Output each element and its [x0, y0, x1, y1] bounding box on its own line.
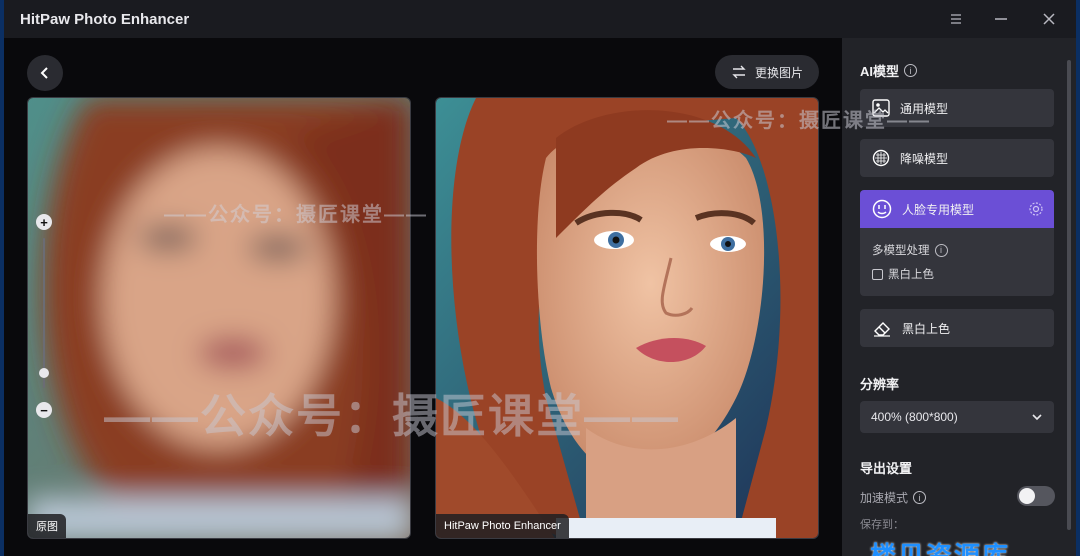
info-icon[interactable]: i — [904, 64, 918, 77]
app-window: HitPaw Photo Enhancer 更换图片 原图 + − HitPaw… — [4, 0, 1076, 556]
colorize-model-label: 黑白上色 — [902, 321, 951, 336]
colorize-checkbox-label: 黑白上色 — [888, 269, 934, 281]
colorize-checkbox-row[interactable]: 黑白上色 — [872, 266, 934, 282]
image-icon — [872, 99, 890, 117]
multi-model-row: 多模型处理 i — [872, 242, 948, 258]
enhanced-label: HitPaw Photo Enhancer — [436, 514, 569, 538]
face-model-label: 人脸专用模型 — [902, 202, 975, 217]
original-label: 原图 — [28, 514, 66, 538]
swap-icon — [732, 65, 746, 79]
noise-icon — [872, 149, 890, 167]
save-to-label: 保存到： — [860, 519, 904, 531]
resolution-title: 分辨率 — [860, 377, 900, 392]
enhanced-photo — [436, 98, 818, 538]
colorize-checkbox[interactable] — [872, 268, 883, 280]
back-button[interactable] — [27, 55, 63, 91]
enhanced-image[interactable]: HitPaw Photo Enhancer — [435, 97, 819, 539]
export-settings-title: 导出设置 — [860, 461, 913, 476]
info-icon[interactable]: i — [934, 243, 948, 257]
resolution-value: 400% (800*800) — [871, 410, 958, 424]
colorize-model-button[interactable]: 黑白上色 — [860, 309, 1054, 347]
replace-image-button[interactable]: 更换图片 — [715, 55, 819, 89]
zoom-slider-thumb[interactable] — [39, 368, 49, 378]
eraser-icon — [874, 322, 890, 337]
resolution-select[interactable]: 400% (800*800) — [860, 401, 1054, 433]
face-model-button[interactable]: 人脸专用模型 — [860, 190, 1054, 228]
multi-model-label: 多模型处理 — [872, 245, 930, 257]
settings-sidebar: AI模型 i 通用模型 降噪模型 人脸专用模型 多模型处理 i 黑白上色 黑白上… — [842, 38, 1076, 556]
info-icon[interactable]: i — [913, 491, 927, 504]
original-image[interactable]: 原图 — [27, 97, 411, 539]
title-bar: HitPaw Photo Enhancer — [4, 0, 1076, 38]
minimize-icon[interactable] — [989, 8, 1013, 30]
app-title: HitPaw Photo Enhancer — [20, 11, 190, 28]
original-photo — [28, 98, 410, 538]
site-watermark: 楼贝资源库 — [870, 541, 1011, 556]
menu-icon[interactable] — [944, 8, 968, 30]
ai-model-section-title: AI模型 i — [860, 61, 918, 80]
close-icon[interactable] — [1037, 8, 1061, 30]
accelerate-label: 加速模式 — [860, 491, 909, 505]
toggle-knob — [1019, 488, 1035, 504]
ai-model-title: AI模型 — [860, 64, 900, 79]
general-model-button[interactable]: 通用模型 — [860, 89, 1054, 127]
gear-icon[interactable] — [1028, 201, 1044, 217]
denoise-model-label: 降噪模型 — [900, 151, 949, 166]
general-model-label: 通用模型 — [900, 101, 949, 116]
chevron-left-icon — [40, 67, 48, 79]
sidebar-scrollbar[interactable] — [1067, 60, 1071, 530]
zoom-out-button[interactable]: − — [36, 402, 52, 418]
preview-area: 更换图片 原图 + − HitPaw Photo Enhancer — [4, 38, 842, 556]
accelerate-toggle[interactable] — [1017, 486, 1055, 506]
face-icon — [872, 199, 892, 219]
zoom-slider-track[interactable] — [43, 238, 45, 388]
chevron-down-icon — [1032, 414, 1042, 421]
accelerate-row: 加速模式 i — [860, 489, 927, 506]
face-model-options: 多模型处理 i 黑白上色 — [860, 228, 1054, 296]
denoise-model-button[interactable]: 降噪模型 — [860, 139, 1054, 177]
replace-image-label: 更换图片 — [755, 65, 804, 80]
zoom-in-button[interactable]: + — [36, 214, 52, 230]
